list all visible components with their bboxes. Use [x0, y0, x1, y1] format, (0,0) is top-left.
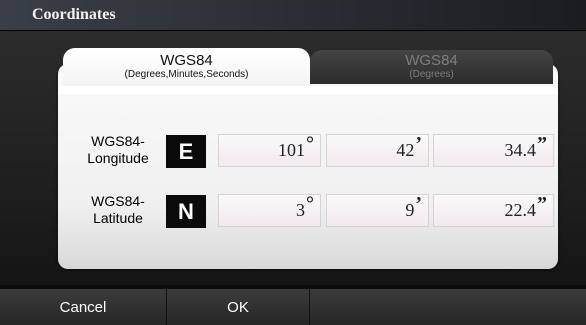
longitude-seconds-field[interactable]: 34.4” — [433, 133, 554, 167]
action-bar: Cancel OK — [0, 289, 586, 325]
degree-symbol: ° — [306, 193, 314, 215]
tab-dms-sublabel: (Degrees,Minutes,Seconds) — [124, 69, 249, 80]
latitude-degrees-value: 3 — [296, 200, 305, 220]
tab-degrees[interactable]: WGS84 (Degrees) — [310, 50, 553, 84]
minute-symbol: ’ — [415, 133, 422, 155]
longitude-label-line2: Longitude — [87, 150, 149, 166]
tab-degrees-sublabel: (Degrees) — [409, 69, 454, 80]
latitude-label-line1: WGS84- — [91, 193, 145, 209]
latitude-label: WGS84- Latitude — [78, 193, 158, 227]
title-bar: Coordinates — [0, 0, 586, 31]
tab-dms-label: WGS84 — [160, 52, 213, 69]
tab-underline — [58, 86, 558, 94]
latitude-seconds-field[interactable]: 22.4” — [433, 193, 554, 227]
latitude-minutes-value: 9 — [405, 200, 415, 220]
divider — [309, 289, 310, 325]
latitude-label-line2: Latitude — [93, 210, 143, 226]
longitude-minutes-field[interactable]: 42’ — [326, 133, 429, 167]
longitude-label: WGS84- Longitude — [78, 133, 158, 167]
second-symbol: ” — [537, 133, 547, 155]
longitude-label-line1: WGS84- — [91, 133, 145, 149]
latitude-direction-button[interactable]: N — [166, 195, 206, 228]
longitude-degrees-field[interactable]: 101 ° — [218, 133, 321, 167]
tab-dms[interactable]: WGS84 (Degrees,Minutes,Seconds) — [63, 48, 310, 86]
longitude-degrees-value: 101 — [278, 140, 305, 160]
latitude-minutes-field[interactable]: 9’ — [326, 193, 429, 227]
second-symbol: ” — [537, 193, 547, 215]
degree-symbol: ° — [306, 133, 314, 155]
longitude-seconds-value: 34.4 — [504, 140, 537, 160]
minute-symbol: ’ — [415, 193, 422, 215]
window-title: Coordinates — [32, 6, 116, 23]
longitude-minutes-value: 42 — [396, 140, 415, 160]
ok-button[interactable]: OK — [167, 289, 309, 325]
latitude-degrees-field[interactable]: 3 ° — [218, 193, 321, 227]
cancel-button[interactable]: Cancel — [0, 289, 166, 325]
latitude-seconds-value: 22.4 — [504, 200, 537, 220]
tab-degrees-label: WGS84 — [405, 52, 458, 69]
longitude-direction-button[interactable]: E — [166, 135, 206, 168]
